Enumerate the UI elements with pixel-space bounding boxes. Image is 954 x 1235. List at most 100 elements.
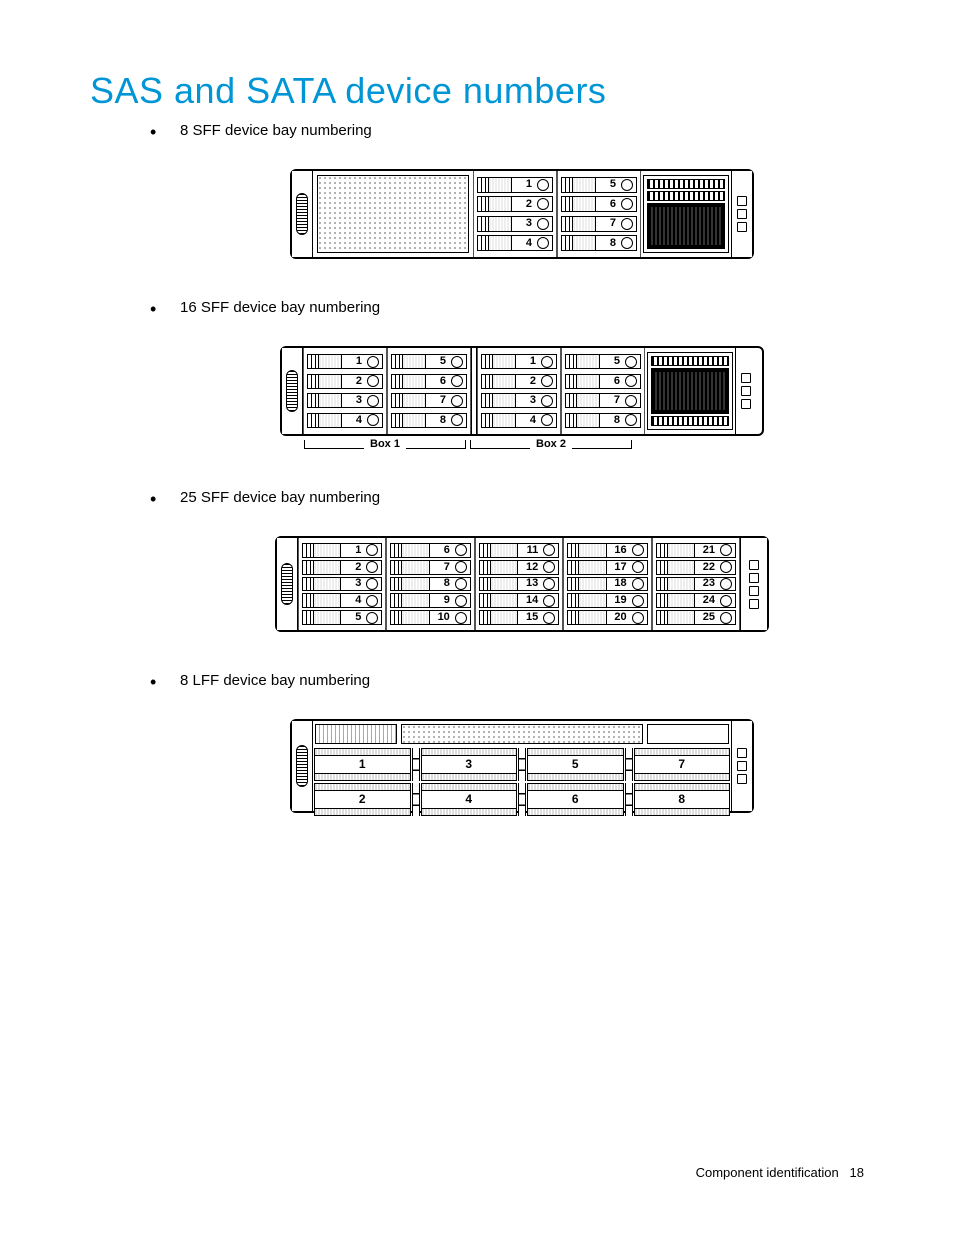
bay-number: 9	[430, 595, 452, 606]
bay-number: 3	[465, 756, 472, 773]
bay-number: 25	[695, 612, 717, 623]
bay-number: 4	[465, 791, 472, 808]
box-brackets: Box 1 Box 2	[282, 440, 762, 449]
bay-number: 22	[695, 562, 717, 573]
bay-number: 1	[512, 179, 534, 190]
rack-ear-right	[731, 721, 752, 811]
drive-bay: 9	[390, 593, 470, 608]
drive-bay: 25	[656, 610, 736, 625]
bay-col-2: 5 6 7 8	[557, 171, 641, 257]
lff-drive-bay: 5	[527, 748, 624, 781]
bay-number: 7	[430, 562, 452, 573]
bay-number: 2	[341, 562, 363, 573]
bay-number: 2	[359, 791, 366, 808]
bullet-label: 16 SFF device bay numbering	[180, 299, 380, 316]
drive-bay: 20	[567, 610, 647, 625]
footer-page-number: 18	[850, 1165, 864, 1180]
bay-number: 12	[518, 562, 540, 573]
drive-bay: 23	[656, 577, 736, 592]
bay-number: 4	[516, 415, 538, 426]
bay-number: 14	[518, 595, 540, 606]
box1-col-2: 5 6 7 8	[387, 348, 471, 434]
lff-drive-bay: 7	[634, 748, 731, 781]
drive-bay: 7	[390, 560, 470, 575]
bay-separator	[625, 783, 633, 816]
bay-separator	[518, 783, 526, 816]
bay-number: 23	[695, 578, 717, 589]
bay-number: 8	[600, 415, 622, 426]
bay-number: 7	[596, 218, 618, 229]
bay-separator	[518, 748, 526, 781]
bay-number: 3	[341, 578, 363, 589]
bay-number: 6	[572, 791, 579, 808]
bay-number: 2	[512, 199, 534, 210]
bay-number: 8	[678, 791, 685, 808]
bay-number: 5	[426, 356, 448, 367]
bay-number: 6	[426, 376, 448, 387]
bay-number: 1	[516, 356, 538, 367]
bay-number: 10	[430, 612, 452, 623]
drive-bay: 21	[656, 543, 736, 558]
page-footer: Component identification 18	[696, 1165, 864, 1180]
drive-bay: 1	[302, 543, 382, 558]
rack-ear-left	[292, 721, 313, 811]
box2-col-2: 5 6 7 8	[561, 348, 645, 434]
drive-bay: 16	[567, 543, 647, 558]
box2-label: Box 2	[530, 438, 572, 450]
bay-number: 5	[596, 179, 618, 190]
bay-number: 2	[342, 376, 364, 387]
bay-number: 16	[607, 545, 629, 556]
drive-bay: 19	[567, 593, 647, 608]
bay-number: 5	[600, 356, 622, 367]
bay-number: 3	[516, 395, 538, 406]
bay-number: 8	[596, 238, 618, 249]
bullet-item-8sff: 8 SFF device bay numbering 1 2 3 4 5 6 7	[150, 122, 864, 259]
bay-col: 16 17 18 19 20	[563, 538, 651, 630]
bay-col-1: 1 2 3 4	[473, 171, 557, 257]
rack-ear-right	[731, 171, 752, 257]
bay-number: 20	[607, 612, 629, 623]
bay-col: 678910	[386, 538, 474, 630]
lff-drive-bay: 6	[527, 783, 624, 816]
vent-panel	[401, 724, 643, 744]
diagram-16sff-chassis: 1 2 3 4 5 6 7 8 1 2 3	[280, 346, 764, 436]
bay-number: 13	[518, 578, 540, 589]
optical-blank	[315, 724, 397, 744]
drive-bay: 5	[302, 610, 382, 625]
drive-bay: 18	[567, 577, 647, 592]
bay-number: 4	[341, 595, 363, 606]
bay-number: 8	[426, 415, 448, 426]
bay-number: 6	[600, 376, 622, 387]
bay-number: 5	[572, 756, 579, 773]
drive-bay: 3	[302, 577, 382, 592]
bay-number: 17	[607, 562, 629, 573]
bay-number: 19	[607, 595, 629, 606]
bay-col: 1 2 3 4 5	[298, 538, 386, 630]
bay-number: 6	[430, 545, 452, 556]
box1-col-1: 1 2 3 4	[303, 348, 387, 434]
bay-number: 2	[516, 376, 538, 387]
page-heading: SAS and SATA device numbers	[90, 70, 864, 112]
bay-number: 5	[341, 612, 363, 623]
bay-number: 6	[596, 199, 618, 210]
bay-number: 1	[342, 356, 364, 367]
lff-drive-bay: 3	[421, 748, 518, 781]
lff-drive-bay: 1	[314, 748, 411, 781]
diagram-8sff-chassis: 1 2 3 4 5 6 7 8	[290, 169, 754, 259]
lff-drive-bay: 8	[634, 783, 731, 816]
bay-number: 4	[512, 238, 534, 249]
diagram-25sff-chassis: 1234567891011121314151617181920212223242…	[275, 536, 769, 632]
bay-number: 24	[695, 595, 717, 606]
control-panel	[643, 175, 729, 253]
rack-ear-left	[277, 538, 298, 630]
bay-col: 1112131415	[475, 538, 563, 630]
rack-ear-left	[292, 171, 313, 257]
bullet-label: 8 SFF device bay numbering	[180, 122, 372, 139]
bay-number: 3	[342, 395, 364, 406]
bay-number: 7	[678, 756, 685, 773]
rack-ear-left	[282, 348, 303, 434]
drive-bay: 24	[656, 593, 736, 608]
bay-number: 7	[426, 395, 448, 406]
drive-bay: 15	[479, 610, 559, 625]
drive-bay: 6	[390, 543, 470, 558]
